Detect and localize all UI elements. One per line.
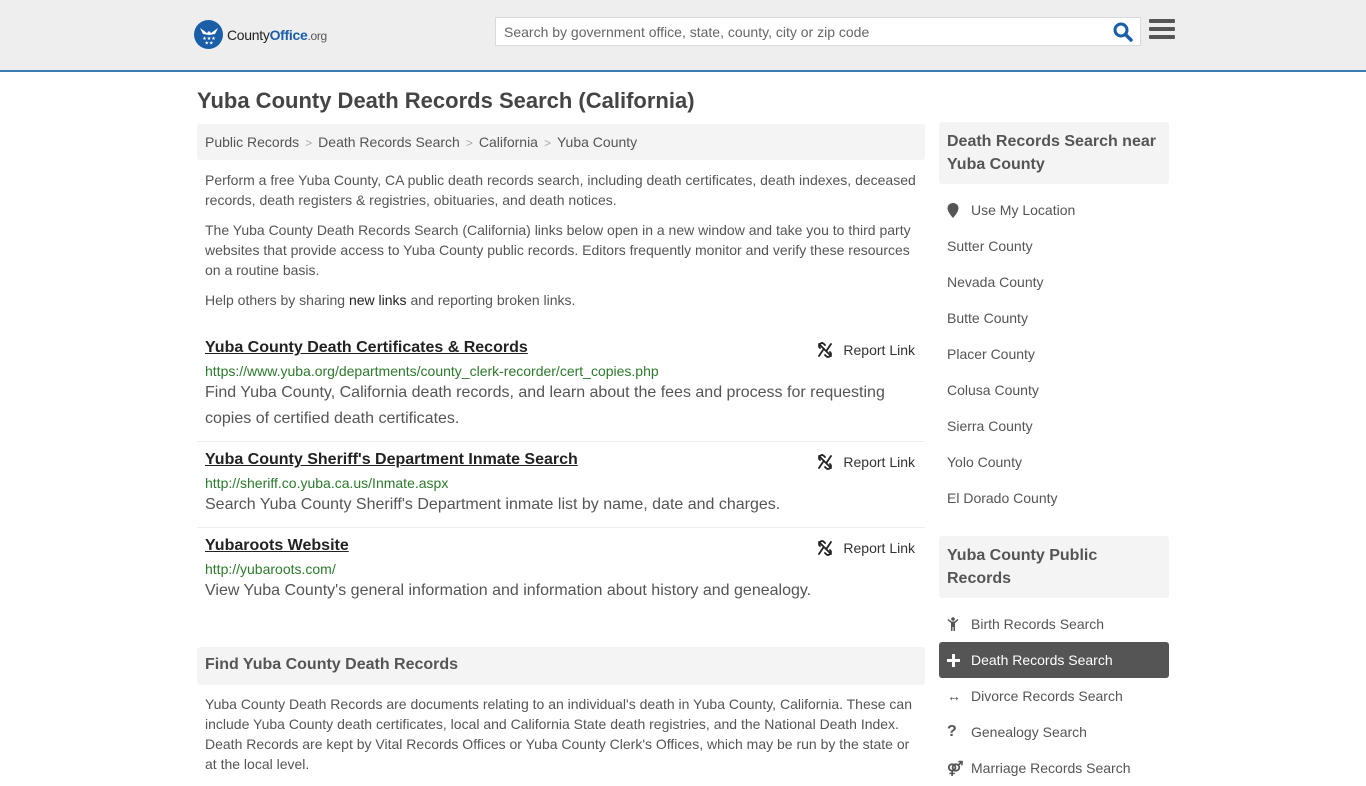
public-records-list: Birth Records Search Death Records Searc… (939, 598, 1169, 786)
marriage-icon: ⚤ (947, 759, 964, 776)
public-records-section: Yuba County Public Records Birth Records… (939, 536, 1169, 786)
nearby-county-link[interactable]: Sutter County (947, 238, 1033, 254)
nearby-county-link[interactable]: Yolo County (947, 454, 1022, 470)
resource-link-item: Yuba County Death Certificates & Records… (197, 330, 925, 442)
resource-link-description: View Yuba County's general information a… (205, 582, 812, 599)
nearby-county-link[interactable]: El Dorado County (947, 490, 1058, 506)
nearby-county-link[interactable]: Sierra County (947, 418, 1033, 434)
resource-link-title[interactable]: Yuba County Death Certificates & Records (205, 339, 528, 356)
nearby-county-item[interactable]: Sutter County (939, 228, 1169, 264)
breadcrumb-separator: > (543, 136, 551, 150)
breadcrumb-yuba-county: Yuba County (556, 134, 638, 150)
new-links-link[interactable]: new links (349, 292, 407, 308)
map-pin-icon (947, 202, 971, 218)
sidebar-item-birth-records[interactable]: Birth Records Search (939, 606, 1169, 642)
breadcrumb-public-records[interactable]: Public Records (205, 134, 299, 150)
logo-link[interactable]: ★★★ ★★ CountyOffice.org (194, 20, 327, 49)
public-records-heading: Yuba County Public Records (939, 536, 1169, 598)
site-header: ★★★ ★★ CountyOffice.org (0, 0, 1366, 72)
report-link-button[interactable]: Report Link (817, 342, 915, 358)
resource-link-url: http://sheriff.co.yuba.ca.us/Inmate.aspx (205, 475, 449, 491)
eagle-logo-icon: ★★★ ★★ (194, 20, 223, 49)
nearby-county-item[interactable]: Nevada County (939, 264, 1169, 300)
broken-link-icon (818, 454, 833, 470)
hamburger-menu-icon[interactable] (1149, 19, 1175, 42)
breadcrumb-separator: > (305, 136, 313, 150)
arrows-horizontal-icon: ↔ (947, 688, 961, 704)
death-records-link[interactable]: Death Records Search (971, 652, 1113, 668)
find-records-heading: Find Yuba County Death Records (197, 647, 925, 685)
nearby-county-item[interactable]: Yolo County (939, 444, 1169, 480)
intro-paragraph: Perform a free Yuba County, CA public de… (205, 172, 916, 208)
nearby-county-link[interactable]: Nevada County (947, 274, 1044, 290)
sidebar-item-divorce-records[interactable]: ↔ Divorce Records Search (939, 678, 1169, 714)
birth-records-link[interactable]: Birth Records Search (971, 616, 1104, 632)
sidebar-item-death-records[interactable]: Death Records Search (939, 642, 1169, 678)
search-icon (1113, 22, 1133, 42)
intro-text: Perform a free Yuba County, CA public de… (197, 170, 925, 310)
resource-link-description: Search Yuba County Sheriff's Department … (205, 496, 781, 513)
sidebar: Death Records Search near Yuba County Us… (939, 122, 1169, 786)
nearby-list: Use My Location Sutter County Nevada Cou… (939, 184, 1169, 516)
sidebar-item-genealogy[interactable]: ? Genealogy Search (939, 714, 1169, 750)
resource-links: Yuba County Death Certificates & Records… (197, 330, 925, 613)
breadcrumb-death-records-search[interactable]: Death Records Search (318, 134, 460, 150)
report-link-button[interactable]: Report Link (817, 454, 915, 470)
marriage-records-link[interactable]: Marriage Records Search (971, 760, 1131, 776)
nearby-county-item[interactable]: Placer County (939, 336, 1169, 372)
logo-text: CountyOffice.org (227, 26, 327, 43)
broken-link-icon (818, 342, 833, 358)
intro-paragraph: Help others by sharing new links and rep… (205, 292, 576, 308)
nearby-county-item[interactable]: El Dorado County (939, 480, 1169, 516)
intro-paragraph: The Yuba County Death Records Search (Ca… (205, 222, 911, 278)
nearby-county-item[interactable]: Butte County (939, 300, 1169, 336)
breadcrumb: Public Records > Death Records Search > Cali… (197, 124, 925, 160)
genealogy-link[interactable]: Genealogy Search (971, 724, 1087, 740)
question-icon: ? (947, 723, 957, 740)
resource-link-url: http://yubaroots.com/ (205, 561, 336, 577)
breadcrumb-california[interactable]: California (479, 134, 538, 150)
resource-link-title[interactable]: Yubaroots Website (205, 537, 349, 554)
resource-link-description: Find Yuba County, California death recor… (205, 384, 885, 427)
resource-link-item: Yubaroots Website Report Link http://yub… (197, 528, 925, 613)
resource-link-url: https://www.yuba.org/departments/county_… (205, 363, 659, 379)
resource-link-item: Yuba County Sheriff's Department Inmate … (197, 442, 925, 528)
find-records-body: Yuba County Death Records are documents … (205, 696, 912, 772)
nearby-county-link[interactable]: Butte County (947, 310, 1028, 326)
nearby-county-link[interactable]: Placer County (947, 346, 1035, 362)
breadcrumb-separator: > (465, 136, 473, 150)
search-button[interactable] (1112, 21, 1136, 43)
svg-text:★★: ★★ (204, 40, 213, 45)
nearby-county-item[interactable]: Colusa County (939, 372, 1169, 408)
sidebar-item-marriage-records[interactable]: ⚤ Marriage Records Search (939, 750, 1169, 786)
page-title: Yuba County Death Records Search (Califo… (197, 88, 695, 113)
search-box (495, 17, 1141, 46)
use-my-location-link[interactable]: Use My Location (971, 202, 1075, 218)
resource-link-title[interactable]: Yuba County Sheriff's Department Inmate … (205, 451, 578, 468)
nearby-heading: Death Records Search near Yuba County (939, 122, 1169, 184)
use-my-location-item[interactable]: Use My Location (939, 192, 1169, 228)
plus-icon (947, 653, 971, 667)
divorce-records-link[interactable]: Divorce Records Search (971, 688, 1123, 704)
child-icon (947, 617, 971, 631)
nearby-county-item[interactable]: Sierra County (939, 408, 1169, 444)
search-input[interactable] (496, 18, 1106, 45)
main-content: Public Records > Death Records Search > Cali… (197, 124, 925, 774)
nearby-county-link[interactable]: Colusa County (947, 382, 1039, 398)
report-link-button[interactable]: Report Link (817, 540, 915, 556)
broken-link-icon (818, 540, 833, 556)
